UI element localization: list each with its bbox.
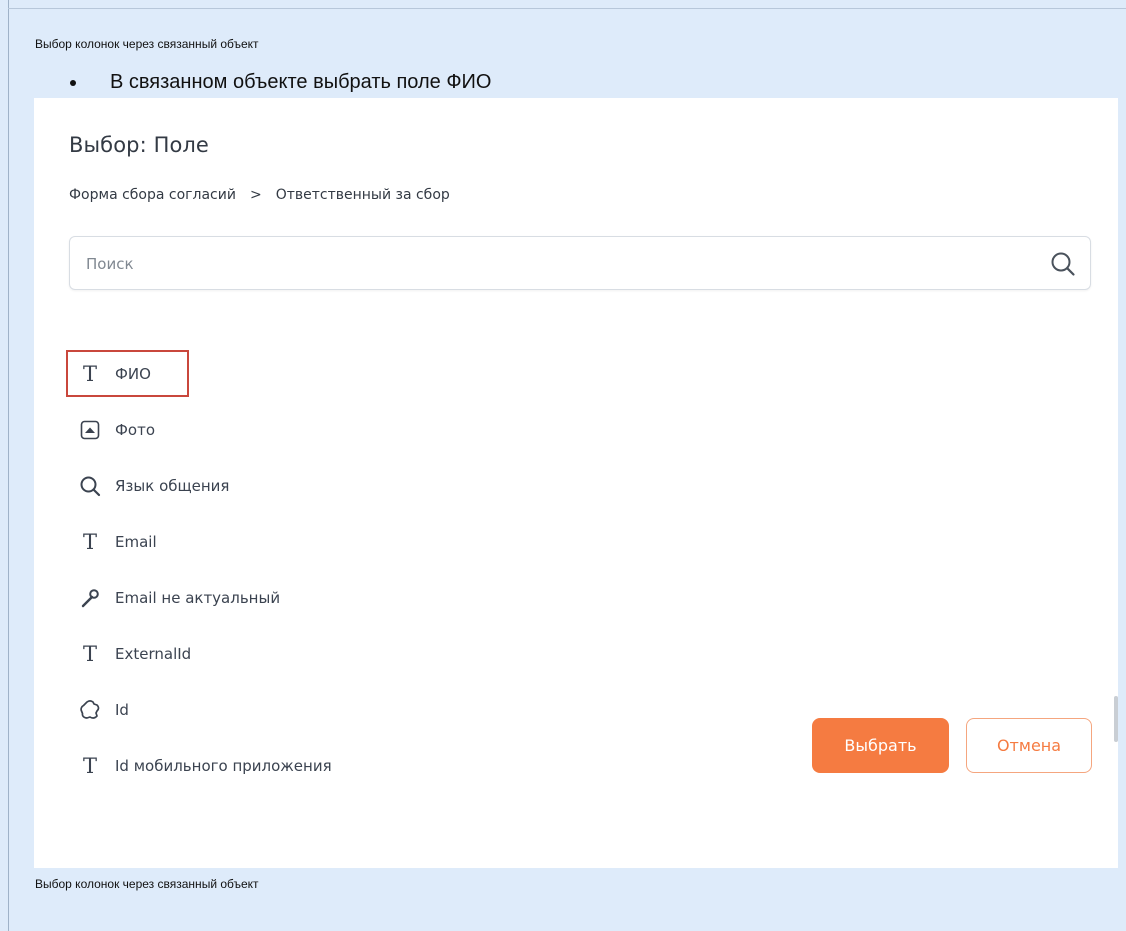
field-label: Email не актуальный — [115, 589, 281, 607]
field-item-email[interactable]: T Email — [69, 522, 157, 562]
page-top-border — [8, 8, 1126, 9]
search-box — [69, 236, 1091, 291]
select-button[interactable]: Выбрать — [812, 718, 949, 773]
field-label: Email — [115, 533, 157, 551]
text-type-icon: T — [82, 753, 97, 778]
instruction-bullet: В связанном объекте выбрать поле ФИО — [70, 71, 491, 94]
field-label: Язык общения — [115, 477, 230, 495]
text-type-icon: T — [82, 529, 97, 554]
breadcrumb: Форма сбора согласий > Ответственный за … — [69, 187, 450, 203]
breadcrumb-current: Ответственный за сбор — [275, 187, 450, 203]
caption-bottom: Выбор колонок через связанный объект — [35, 877, 259, 891]
field-select-dialog: Выбор: Поле Форма сбора согласий > Ответ… — [34, 98, 1118, 868]
field-item-photo[interactable]: Фото — [69, 410, 155, 450]
scrollbar-thumb[interactable] — [1114, 696, 1118, 742]
field-item-email-inactive[interactable]: Email не актуальный — [69, 578, 280, 618]
page-left-border — [8, 0, 9, 931]
cancel-button[interactable]: Отмена — [966, 718, 1092, 773]
field-item-id[interactable]: Id — [69, 690, 129, 730]
field-label: ExternalId — [115, 645, 192, 663]
field-label: Фото — [115, 421, 156, 439]
field-item-language[interactable]: Язык общения — [69, 466, 229, 506]
text-type-icon: T — [82, 641, 97, 666]
field-item-fio[interactable]: T ФИО — [66, 350, 189, 397]
breadcrumb-separator: > — [249, 187, 262, 203]
search-input[interactable] — [84, 237, 1018, 291]
field-label: Id — [115, 701, 129, 719]
lookup-search-icon — [79, 475, 101, 497]
caption-top: Выбор колонок через связанный объект — [35, 37, 259, 51]
boolean-icon — [79, 587, 101, 609]
highlight-frame — [66, 350, 189, 397]
field-item-mobile-id[interactable]: T Id мобильного приложения — [69, 746, 332, 786]
breadcrumb-parent[interactable]: Форма сбора согласий — [69, 187, 236, 203]
field-label: Id мобильного приложения — [115, 757, 332, 775]
dialog-title: Выбор: Поле — [69, 133, 209, 157]
field-item-externalid[interactable]: T ExternalId — [69, 634, 191, 674]
search-icon[interactable] — [1050, 251, 1076, 277]
bullet-dot-icon — [70, 79, 76, 86]
instruction-text: В связанном объекте выбрать поле ФИО — [110, 71, 492, 93]
unique-id-icon — [79, 699, 101, 721]
image-icon — [79, 419, 101, 441]
